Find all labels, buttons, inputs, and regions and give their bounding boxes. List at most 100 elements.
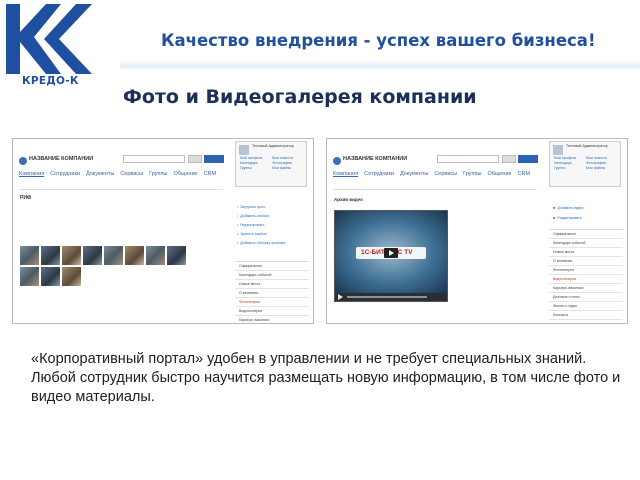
play-icon[interactable] (384, 248, 398, 258)
photo-thumbnail[interactable] (125, 246, 144, 265)
video-action-link[interactable]: Добавить видео (553, 205, 619, 210)
description-text: «Корпоративный портал» удобен в управлен… (31, 351, 621, 405)
side-menu-item[interactable]: Календарь событий (549, 239, 623, 248)
header-divider (120, 60, 640, 70)
company-logo-icon (19, 157, 27, 165)
album-action-link[interactable]: Редактировать (237, 223, 305, 227)
user-menu-item[interactable]: Фотографии (586, 161, 618, 165)
user-menu-item[interactable]: Мои новости (586, 156, 618, 160)
video-player[interactable]: 1С-БИТРИКС TV (334, 210, 448, 302)
side-menu-item[interactable]: Контакты (549, 311, 623, 320)
photo-thumbnail[interactable] (62, 246, 81, 265)
tagline: Качество внедрения - успех вашего бизнес… (161, 31, 596, 50)
side-menu-item[interactable]: Карьера, вакансии (235, 316, 309, 323)
search-options-button[interactable] (188, 155, 202, 163)
nav-item[interactable]: CRM (204, 171, 217, 177)
side-menu: Официальное Календарь событий Новые мест… (235, 261, 309, 323)
user-menu-item[interactable]: Группы (240, 166, 272, 170)
video-controls (335, 293, 447, 301)
user-menu: Мой профиль Мои новости Календарь Фотогр… (240, 156, 304, 170)
album-action-link[interactable]: Загрузить фото (237, 205, 305, 209)
photo-thumbnail[interactable] (41, 246, 60, 265)
side-menu-item[interactable]: Видеогалерея (235, 307, 309, 316)
photo-thumbnail[interactable] (83, 246, 102, 265)
side-menu-item[interactable]: О компании (549, 257, 623, 266)
logo-text: КРЕДО-К (22, 75, 79, 87)
user-menu: Мой профиль Мои новости Календарь Фотогр… (554, 156, 618, 170)
page-title: Фото и Видеогалерея компании (123, 86, 477, 108)
side-menu-item[interactable]: О компании (235, 289, 309, 298)
photo-thumbnail[interactable] (20, 267, 39, 286)
nav-item[interactable]: Общение (487, 171, 511, 177)
album-actions: Загрузить фото Добавить альбом Редактиро… (237, 205, 305, 250)
search-options-button[interactable] (502, 155, 516, 163)
main-nav: Компания Сотрудники Документы Сервисы Гр… (19, 171, 216, 177)
main-nav: Компания Сотрудники Документы Сервисы Гр… (333, 171, 530, 177)
side-menu-item[interactable]: Карьера, вакансии (549, 284, 623, 293)
user-menu-item[interactable]: Мои файлы (272, 166, 304, 170)
photo-thumbnail[interactable] (167, 246, 186, 265)
side-menu-item-active[interactable]: Фотогалерея (235, 298, 309, 307)
nav-item[interactable]: Компания (19, 171, 44, 177)
nav-item[interactable]: Сервисы (434, 171, 457, 177)
search-input[interactable] (437, 155, 499, 163)
user-panel: Тестовый Администратор Мой профиль Мои н… (549, 141, 621, 187)
user-menu-item[interactable]: Мои файлы (586, 166, 618, 170)
nav-item[interactable]: Группы (149, 171, 167, 177)
nav-item[interactable]: Сотрудники (364, 171, 394, 177)
divider (19, 189, 223, 190)
search-input[interactable] (123, 155, 185, 163)
nav-item[interactable]: Компания (333, 171, 358, 177)
side-menu-item[interactable]: Официальное (235, 262, 309, 271)
play-control-icon[interactable] (338, 294, 343, 300)
video-screen: 1С-БИТРИКС TV (335, 211, 447, 293)
side-menu-item-active[interactable]: Видеогалерея (549, 275, 623, 284)
nav-item[interactable]: Группы (463, 171, 481, 177)
photo-thumbnail[interactable] (104, 246, 123, 265)
album-action-link[interactable]: Добавить альбом (237, 214, 305, 218)
album-action-link[interactable]: Удалить альбом (237, 232, 305, 236)
user-menu-item[interactable]: Календарь (240, 161, 272, 165)
side-menu: Официальное Календарь событий Новые мест… (549, 229, 623, 320)
side-menu-item[interactable]: Календарь событий (235, 271, 309, 280)
nav-item[interactable]: Документы (400, 171, 428, 177)
search-button[interactable] (518, 155, 538, 163)
divider (333, 189, 537, 190)
side-menu-item[interactable]: Новые места (549, 248, 623, 257)
photo-thumbnail[interactable] (62, 267, 81, 286)
company-name: НАЗВАНИЕ КОМПАНИИ (29, 156, 94, 162)
photo-thumbnail[interactable] (41, 267, 60, 286)
user-menu-item[interactable]: Группы (554, 166, 586, 170)
side-menu-item[interactable]: Новые места (235, 280, 309, 289)
photo-thumbnails (20, 246, 188, 265)
search-button[interactable] (204, 155, 224, 163)
user-menu-item[interactable]: Фотографии (272, 161, 304, 165)
user-menu-item[interactable]: Мои новости (272, 156, 304, 160)
user-menu-item[interactable]: Мой профиль (240, 156, 272, 160)
user-panel: Тестовый Администратор Мой профиль Мои н… (235, 141, 307, 187)
nav-item[interactable]: Сервисы (120, 171, 143, 177)
nav-item[interactable]: Сотрудники (50, 171, 80, 177)
photo-thumbnails-row-2 (20, 267, 81, 286)
side-menu-item[interactable]: Фотогалерея (549, 266, 623, 275)
company-name: НАЗВАНИЕ КОМПАНИИ (343, 156, 408, 162)
video-archive-heading: Архив видео (334, 197, 363, 202)
user-menu-item[interactable]: Мой профиль (554, 156, 586, 160)
photo-thumbnail[interactable] (146, 246, 165, 265)
photo-thumbnail[interactable] (20, 246, 39, 265)
album-heading: РИФ (20, 195, 32, 201)
avatar (239, 145, 249, 155)
side-menu-item[interactable]: Официальное (549, 230, 623, 239)
side-menu-item[interactable]: Деловые отчеты (549, 293, 623, 302)
nav-item[interactable]: CRM (518, 171, 531, 177)
avatar (553, 145, 563, 155)
album-action-link[interactable]: Добавить обложку альбома (237, 241, 305, 245)
side-menu-item[interactable]: Жизнь и отдых (549, 302, 623, 311)
video-action-link[interactable]: Редактировать (553, 215, 619, 220)
user-menu-item[interactable]: Календарь (554, 161, 586, 165)
company-logo-icon (333, 157, 341, 165)
nav-item[interactable]: Общение (173, 171, 197, 177)
photo-gallery-screenshot: НАЗВАНИЕ КОМПАНИИ Компания Сотрудники До… (12, 138, 314, 324)
user-name: Тестовый Администратор (252, 144, 294, 148)
nav-item[interactable]: Документы (86, 171, 114, 177)
